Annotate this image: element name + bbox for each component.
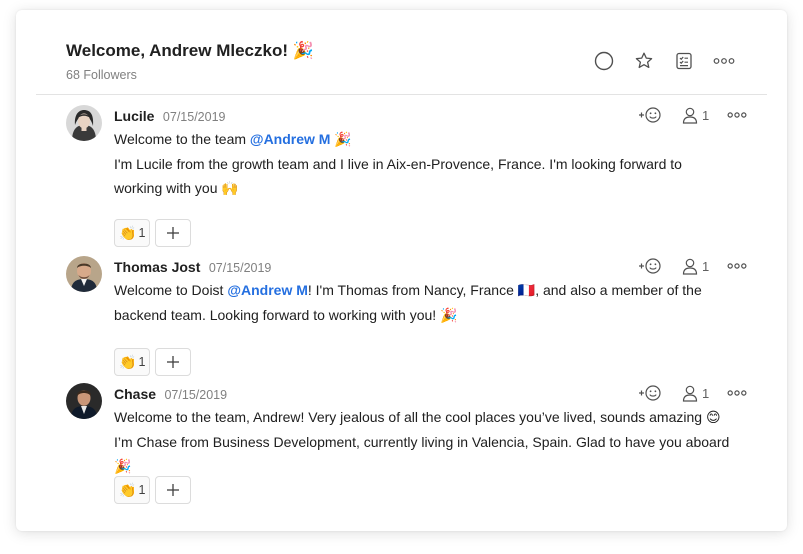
- add-reaction-button[interactable]: [638, 384, 662, 402]
- mention-link[interactable]: @Andrew M: [250, 131, 331, 147]
- circle-icon: [594, 51, 614, 71]
- clap-emoji: 👏: [119, 353, 137, 370]
- complete-circle-button[interactable]: [593, 50, 615, 72]
- seen-count: 1: [702, 385, 710, 401]
- reactions-row: 👏 1: [114, 476, 192, 504]
- comment-line: Welcome to Doist @Andrew M! I'm Thomas f…: [114, 278, 734, 327]
- add-emoji-icon: [639, 107, 661, 123]
- reaction-chip[interactable]: 👏 1: [114, 219, 151, 247]
- more-icon: [713, 58, 735, 64]
- comment-actions: 1: [638, 383, 747, 403]
- header-divider: [36, 94, 767, 95]
- star-button[interactable]: [633, 50, 655, 72]
- add-task-button[interactable]: [673, 50, 695, 72]
- add-emoji-icon: [639, 258, 661, 274]
- person-icon: [682, 107, 698, 124]
- reaction-count: 1: [138, 226, 146, 240]
- more-icon: [727, 390, 747, 396]
- seen-by-button[interactable]: 1: [682, 107, 709, 124]
- comment-author[interactable]: Thomas Jost: [114, 259, 200, 275]
- add-emoji-icon: [639, 385, 661, 401]
- avatar[interactable]: [66, 383, 102, 419]
- thread-card: Welcome, Andrew Mleczko! 🎉 68 Followers: [16, 10, 787, 531]
- plus-icon: [167, 356, 180, 368]
- comment-text: 🎉: [330, 131, 352, 147]
- add-reaction-button[interactable]: [638, 257, 662, 275]
- add-reaction-plus-button[interactable]: [155, 219, 192, 247]
- comment-line: Welcome to the team @Andrew M 🎉: [114, 127, 734, 152]
- header-actions: [593, 50, 753, 72]
- thread-header: Welcome, Andrew Mleczko! 🎉 68 Followers: [16, 10, 787, 95]
- seen-by-button[interactable]: 1: [682, 258, 709, 275]
- comment-author[interactable]: Chase: [114, 386, 156, 402]
- mention-link[interactable]: @Andrew M: [227, 282, 308, 298]
- comment-author[interactable]: Lucile: [114, 108, 154, 124]
- thread-more-button[interactable]: [713, 50, 735, 72]
- avatar[interactable]: [66, 256, 102, 292]
- seen-count: 1: [702, 107, 710, 123]
- comment-more-button[interactable]: [727, 262, 747, 270]
- comment-actions: 1: [638, 256, 747, 276]
- clap-emoji: 👏: [119, 224, 137, 241]
- plus-icon: [167, 484, 180, 496]
- add-reaction-button[interactable]: [638, 106, 662, 124]
- reactions-row: 👏 1: [114, 348, 192, 376]
- reaction-count: 1: [138, 355, 146, 369]
- add-reaction-plus-button[interactable]: [155, 476, 192, 504]
- seen-count: 1: [702, 258, 710, 274]
- reaction-count: 1: [138, 483, 146, 497]
- comment-paragraph: Welcome to the team, Andrew! Very jealou…: [114, 409, 730, 474]
- comment-date: 07/15/2019: [208, 261, 272, 275]
- person-icon: [682, 385, 698, 402]
- plus-icon: [167, 227, 180, 239]
- comment-date: 07/15/2019: [162, 110, 226, 124]
- comment-body: Welcome to the team, Andrew! Very jealou…: [114, 405, 734, 479]
- person-icon: [682, 258, 698, 275]
- comment-actions: 1: [638, 105, 747, 125]
- followers-count[interactable]: 68 Followers: [66, 68, 137, 82]
- comment-body: Welcome to Doist @Andrew M! I'm Thomas f…: [114, 278, 734, 327]
- seen-by-button[interactable]: 1: [682, 385, 709, 402]
- add-reaction-plus-button[interactable]: [155, 348, 192, 376]
- reaction-chip[interactable]: 👏 1: [114, 348, 151, 376]
- comment-paragraph: I'm Lucile from the growth team and I li…: [114, 155, 682, 197]
- comment-more-button[interactable]: [727, 389, 747, 397]
- thread-title: Welcome, Andrew Mleczko! 🎉: [66, 41, 314, 60]
- comment-body: Welcome to the team @Andrew M 🎉 I'm Luci…: [114, 127, 734, 201]
- comment-text: Welcome to Doist: [114, 282, 228, 298]
- reactions-row: 👏 1: [114, 219, 192, 247]
- reaction-chip[interactable]: 👏 1: [114, 476, 151, 504]
- avatar[interactable]: [66, 105, 102, 141]
- comment-more-button[interactable]: [727, 111, 747, 119]
- more-icon: [727, 263, 747, 269]
- comment-text: Welcome to the team: [114, 131, 250, 147]
- more-icon: [727, 112, 747, 118]
- clap-emoji: 👏: [119, 481, 137, 498]
- comment-date: 07/15/2019: [164, 388, 228, 402]
- checklist-icon: [676, 52, 692, 70]
- star-icon: [635, 52, 653, 69]
